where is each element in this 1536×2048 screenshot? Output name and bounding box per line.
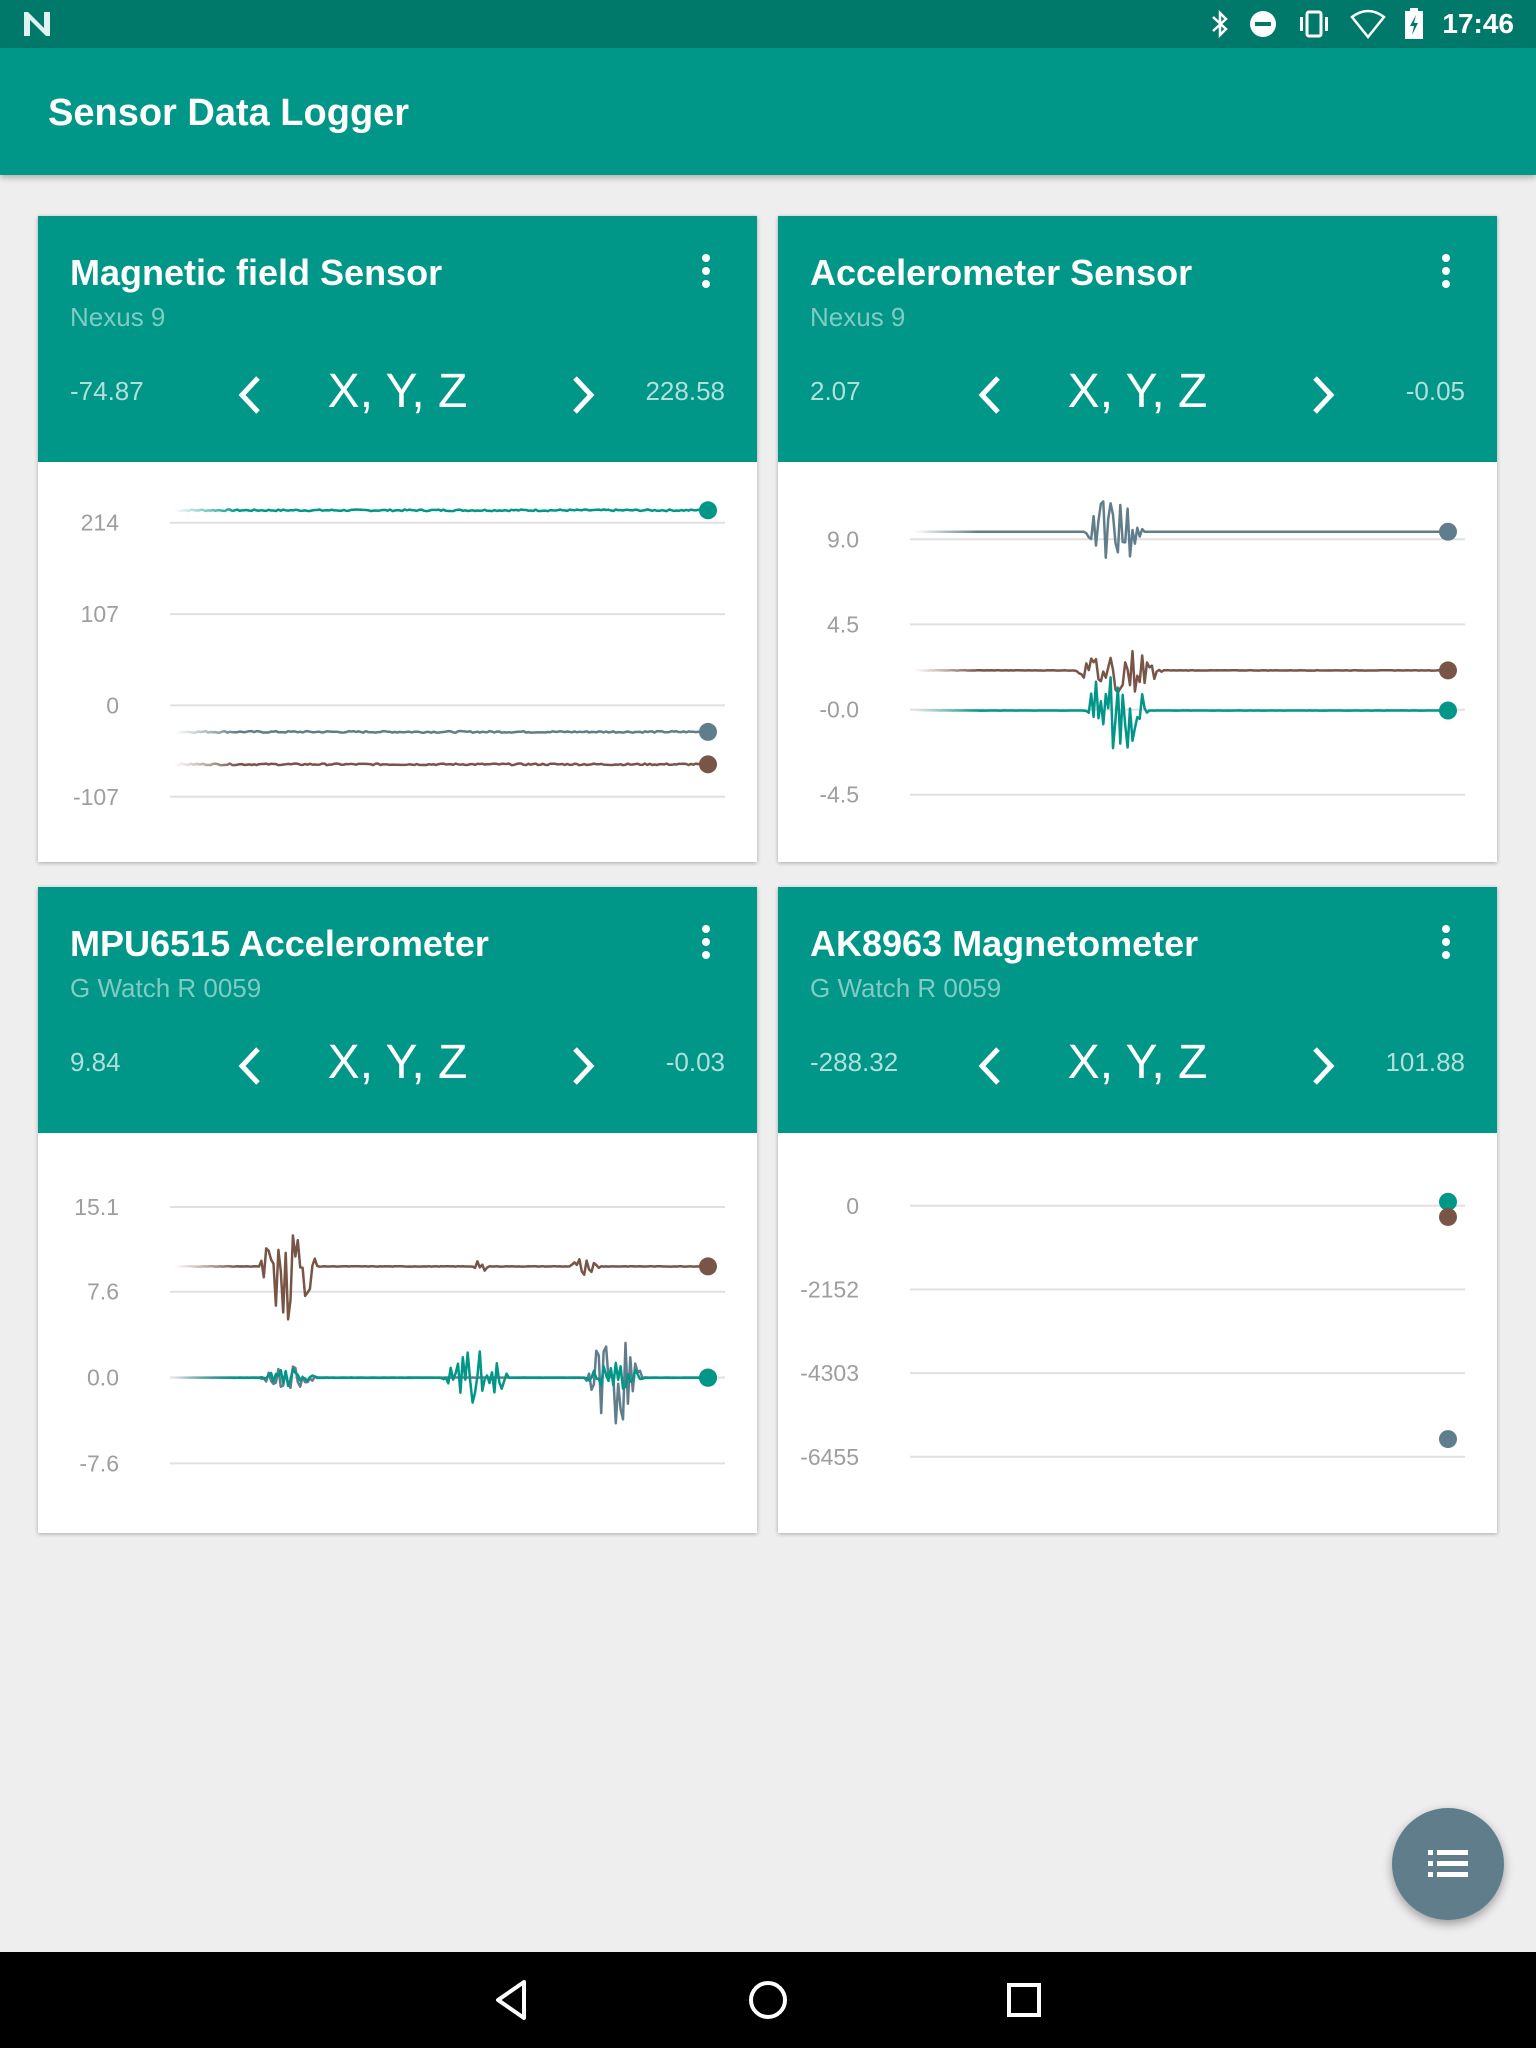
more-options-icon[interactable] (701, 925, 711, 965)
sensor-chart: 15.1 7.6 0.0 -7.6 (38, 1133, 757, 1533)
y-tick-label: -4303 (800, 1360, 859, 1386)
y-tick-label: 0.0 (87, 1365, 119, 1391)
axes-label: X, Y, Z (1067, 365, 1208, 418)
sensor-chart: 9.0 4.5 -0.0 -4.5 (778, 462, 1497, 862)
max-value: -0.03 (665, 1047, 725, 1077)
card-header: Accelerometer Sensor Nexus 9 2.07 X, Y, … (778, 216, 1497, 462)
axes-label: X, Y, Z (327, 1036, 468, 1089)
y-tick-label: -107 (73, 784, 119, 810)
status-bar: 17:46 (0, 0, 1536, 48)
y-tick-label: -0.0 (819, 697, 859, 723)
y-tick-label: -4.5 (819, 782, 859, 808)
card-title: AK8963 Magnetometer (810, 923, 1199, 964)
card-header: AK8963 Magnetometer G Watch R 0059 -288.… (778, 887, 1497, 1133)
chart-svg: 214 107 0 -107 (73, 501, 725, 810)
more-options-icon[interactable] (701, 254, 711, 294)
series-endpoint (1439, 701, 1457, 720)
y-tick-label: -7.6 (79, 1450, 119, 1476)
status-time: 17:46 (1442, 8, 1514, 39)
y-tick-label: 9.0 (827, 526, 859, 552)
wifi-icon (1350, 9, 1387, 39)
chevron-left-icon[interactable] (970, 1041, 1010, 1091)
notification-n-icon (24, 12, 50, 36)
card-device: G Watch R 0059 (70, 973, 262, 1003)
y-tick-label: 4.5 (827, 611, 859, 637)
sensor-card[interactable]: Magnetic field Sensor Nexus 9 -74.87 X, … (38, 216, 757, 862)
back-icon[interactable] (486, 1974, 538, 2026)
more-options-icon[interactable] (1441, 925, 1451, 965)
chevron-right-icon[interactable] (563, 1041, 603, 1091)
card-title: MPU6515 Accelerometer (70, 923, 489, 964)
series-endpoint (699, 1368, 717, 1387)
card-header: Magnetic field Sensor Nexus 9 -74.87 X, … (38, 216, 757, 462)
list-icon (1428, 1850, 1468, 1877)
chevron-right-icon[interactable] (563, 370, 603, 420)
y-tick-label: -6455 (800, 1444, 859, 1470)
y-tick-label: 214 (81, 510, 120, 536)
chart-svg: 9.0 4.5 -0.0 -4.5 (819, 500, 1465, 808)
series-line (173, 1341, 709, 1425)
card-device: Nexus 9 (70, 302, 166, 332)
chevron-left-icon[interactable] (230, 1041, 270, 1091)
chart-svg: 0 -2152 -4303 -6455 (800, 1193, 1465, 1470)
series-endpoint (1439, 661, 1457, 680)
series-line (913, 500, 1448, 559)
chart-svg: 15.1 7.6 0.0 -7.6 (74, 1194, 725, 1476)
chevron-left-icon[interactable] (970, 370, 1010, 420)
sensor-card[interactable]: MPU6515 Accelerometer G Watch R 0059 9.8… (38, 887, 757, 1533)
y-tick-label: 0 (106, 692, 119, 718)
max-value: 228.58 (645, 376, 725, 406)
home-icon[interactable] (742, 1974, 794, 2026)
card-title: Magnetic field Sensor (70, 252, 443, 293)
vibrate-icon (1300, 10, 1329, 38)
battery-charging-icon (1405, 8, 1424, 39)
chevron-right-icon[interactable] (1303, 370, 1343, 420)
series-line (174, 1234, 709, 1321)
sensor-card[interactable]: Accelerometer Sensor Nexus 9 2.07 X, Y, … (778, 216, 1497, 862)
series-endpoint (1439, 1207, 1457, 1226)
bluetooth-icon (1212, 9, 1229, 39)
card-device: G Watch R 0059 (810, 973, 1002, 1003)
series-endpoint (1439, 522, 1457, 541)
series-endpoint (699, 501, 717, 520)
max-value: 101.88 (1385, 1047, 1465, 1077)
list-fab-button[interactable] (1392, 1808, 1504, 1920)
series-endpoint (699, 1257, 717, 1276)
y-tick-label: 7.6 (87, 1279, 119, 1305)
y-tick-label: -2152 (800, 1276, 859, 1302)
card-title: Accelerometer Sensor (810, 252, 1193, 293)
series-endpoint (699, 755, 717, 774)
max-value: -0.05 (1405, 376, 1465, 406)
app-title: Sensor Data Logger (48, 92, 410, 134)
chevron-left-icon[interactable] (230, 370, 270, 420)
sensor-chart: 214 107 0 -107 (38, 462, 757, 862)
y-tick-label: 0 (846, 1193, 859, 1219)
card-device: Nexus 9 (810, 302, 906, 332)
app-bar: Sensor Data Logger (0, 48, 1536, 175)
sensor-card[interactable]: AK8963 Magnetometer G Watch R 0059 -288.… (778, 887, 1497, 1533)
y-tick-label: 107 (81, 601, 119, 627)
series-line (913, 676, 1448, 750)
series-line (173, 729, 709, 734)
series-line (913, 649, 1449, 694)
recents-icon[interactable] (998, 1974, 1050, 2026)
series-line (173, 508, 709, 513)
series-endpoint (1439, 1430, 1457, 1449)
navigation-bar (0, 1952, 1536, 2048)
sensor-chart: 0 -2152 -4303 -6455 (778, 1133, 1497, 1533)
card-header: MPU6515 Accelerometer G Watch R 0059 9.8… (38, 887, 757, 1133)
status-icons: 17:46 (1210, 0, 1514, 48)
series-endpoint (699, 722, 717, 741)
y-tick-label: 15.1 (74, 1194, 119, 1220)
series-line (173, 762, 709, 767)
more-options-icon[interactable] (1441, 254, 1451, 294)
chevron-right-icon[interactable] (1303, 1041, 1343, 1091)
do-not-disturb-icon (1250, 11, 1277, 37)
